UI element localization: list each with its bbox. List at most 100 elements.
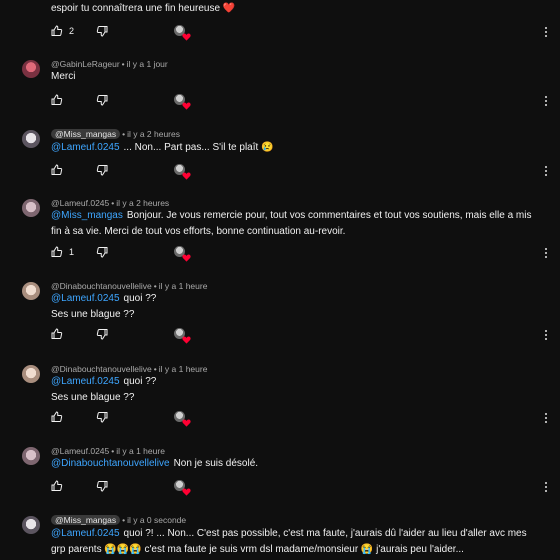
comment-author[interactable]: @Dinabouchtanouvellelive [51, 364, 152, 374]
avatar[interactable] [22, 60, 40, 78]
comment-author[interactable]: @Miss_mangas [51, 129, 121, 139]
heart-icon [182, 254, 191, 262]
creator-heart [174, 328, 191, 344]
avatar[interactable] [22, 447, 40, 465]
more-button[interactable] [542, 411, 550, 425]
mention-link[interactable]: @Lameuf.0245 [51, 142, 120, 153]
comment-author[interactable]: @Lameuf.0245 [51, 446, 109, 456]
mention-link[interactable]: @Dinabouchtanouvellelive [51, 458, 170, 469]
like-button[interactable] [51, 328, 69, 340]
thumb-up-icon [51, 480, 63, 491]
comment-actions [51, 328, 201, 344]
comment-author[interactable]: @Dinabouchtanouvellelive [51, 281, 152, 291]
like-button[interactable] [51, 164, 69, 176]
avatar[interactable] [22, 365, 40, 383]
comment-author[interactable]: @Lameuf.0245 [51, 198, 109, 208]
dislike-button[interactable] [96, 411, 108, 423]
mention-link[interactable]: @Miss_mangas [51, 210, 123, 221]
comment-body: Bonjour. Je vous remercie pour, tout vos… [51, 210, 532, 237]
more-button[interactable] [542, 94, 550, 108]
heart-icon [182, 336, 191, 344]
avatar[interactable] [22, 199, 40, 217]
thumb-down-icon [96, 329, 108, 340]
thumb-down-icon [96, 95, 108, 106]
thumb-up-icon [51, 328, 63, 339]
comment-author[interactable]: @GabinLeRageur [51, 59, 120, 69]
comment-actions [51, 411, 201, 427]
avatar[interactable] [22, 130, 40, 148]
comment-text: Merci [51, 69, 542, 85]
creator-heart [174, 94, 191, 110]
avatar[interactable] [22, 516, 40, 534]
comment-body: quoi ?? [123, 293, 157, 304]
comment-body: quoi ?? [123, 376, 157, 387]
comment-text: @Lameuf.0245 quoi ?! ... Non... C'est pas… [51, 526, 542, 558]
creator-heart [174, 25, 191, 41]
comment-time[interactable]: il y a 0 seconde [127, 515, 186, 525]
dislike-button[interactable] [96, 94, 108, 106]
comment-body-line2: Ses une blague ?? [51, 392, 135, 403]
comment-text: @Miss_mangas Bonjour. Je vous remercie po… [51, 208, 542, 240]
dislike-button[interactable] [96, 164, 108, 176]
more-button[interactable] [542, 328, 550, 342]
dislike-button[interactable] [96, 480, 108, 492]
heart-icon [182, 33, 191, 41]
like-button[interactable]: 2 [51, 25, 74, 37]
thumb-down-icon [96, 412, 108, 423]
comment-body-line2: Ses une blague ?? [51, 309, 135, 320]
mention-link[interactable]: @Lameuf.0245 [51, 376, 120, 387]
thumb-up-icon [51, 94, 63, 105]
thumb-down-icon [96, 165, 108, 176]
creator-heart [174, 246, 191, 262]
comment-author[interactable]: @Miss_mangas [51, 515, 121, 525]
thumb-up-icon [51, 411, 63, 422]
thumb-down-icon [96, 26, 108, 37]
comment-time[interactable]: il y a 1 heure [159, 364, 208, 374]
heart-icon [182, 488, 191, 496]
creator-heart [174, 411, 191, 427]
thumb-down-icon [96, 247, 108, 258]
comment-text: @Lameuf.0245 quoi ?? Ses une blague ?? [51, 374, 542, 406]
comment-body: quoi ?! ... Non... C'est pas possible, c… [51, 528, 527, 555]
comment-actions [51, 480, 201, 496]
more-button[interactable] [542, 164, 550, 178]
like-button[interactable] [51, 94, 69, 106]
heart-icon [182, 419, 191, 427]
heart-icon [182, 102, 191, 110]
mention-link[interactable]: @Lameuf.0245 [51, 293, 120, 304]
comment-actions [51, 164, 201, 180]
comment-body: Non je suis désolé. [173, 458, 259, 469]
thumb-up-icon [51, 25, 63, 36]
comment-text: @Lameuf.0245... Non... Part pas... S'il … [51, 140, 542, 156]
creator-heart [174, 164, 191, 180]
comment-actions [51, 94, 201, 110]
comment-actions: 1 [51, 246, 201, 262]
more-button[interactable] [542, 25, 550, 39]
dislike-button[interactable] [96, 25, 108, 37]
thumb-down-icon [96, 481, 108, 492]
mention-link[interactable]: @Lameuf.0245 [51, 528, 120, 539]
comment-body: Merci [51, 71, 76, 82]
comment-time[interactable]: il y a 2 heures [116, 198, 169, 208]
comment-text: @Lameuf.0245 quoi ?? Ses une blague ?? [51, 291, 542, 323]
comment-time[interactable]: il y a 1 heure [159, 281, 208, 291]
like-button[interactable]: 1 [51, 246, 74, 258]
comment-body: ... Non... Part pas... S'il te plaît 😢 [123, 142, 274, 153]
like-button[interactable] [51, 411, 69, 423]
comment-time[interactable]: il y a 2 heures [127, 129, 180, 139]
like-button[interactable] [51, 480, 69, 492]
comment-time[interactable]: il y a 1 jour [127, 59, 168, 69]
thumb-up-icon [51, 246, 63, 257]
like-count: 2 [69, 26, 75, 36]
comment-actions: 2 [51, 25, 201, 41]
avatar[interactable] [22, 282, 40, 300]
comment-meta: @Miss_mangas • il y a 0 seconde [51, 514, 186, 526]
creator-heart [174, 480, 191, 496]
dislike-button[interactable] [96, 328, 108, 340]
more-button[interactable] [542, 246, 550, 260]
comment-text: espoir tu connaîtrera une fin heureuse ❤… [51, 3, 236, 14]
comment-meta: @Miss_mangas • il y a 2 heures [51, 128, 180, 140]
more-button[interactable] [542, 480, 550, 494]
dislike-button[interactable] [96, 246, 108, 258]
comment-time[interactable]: il y a 1 heure [116, 446, 165, 456]
